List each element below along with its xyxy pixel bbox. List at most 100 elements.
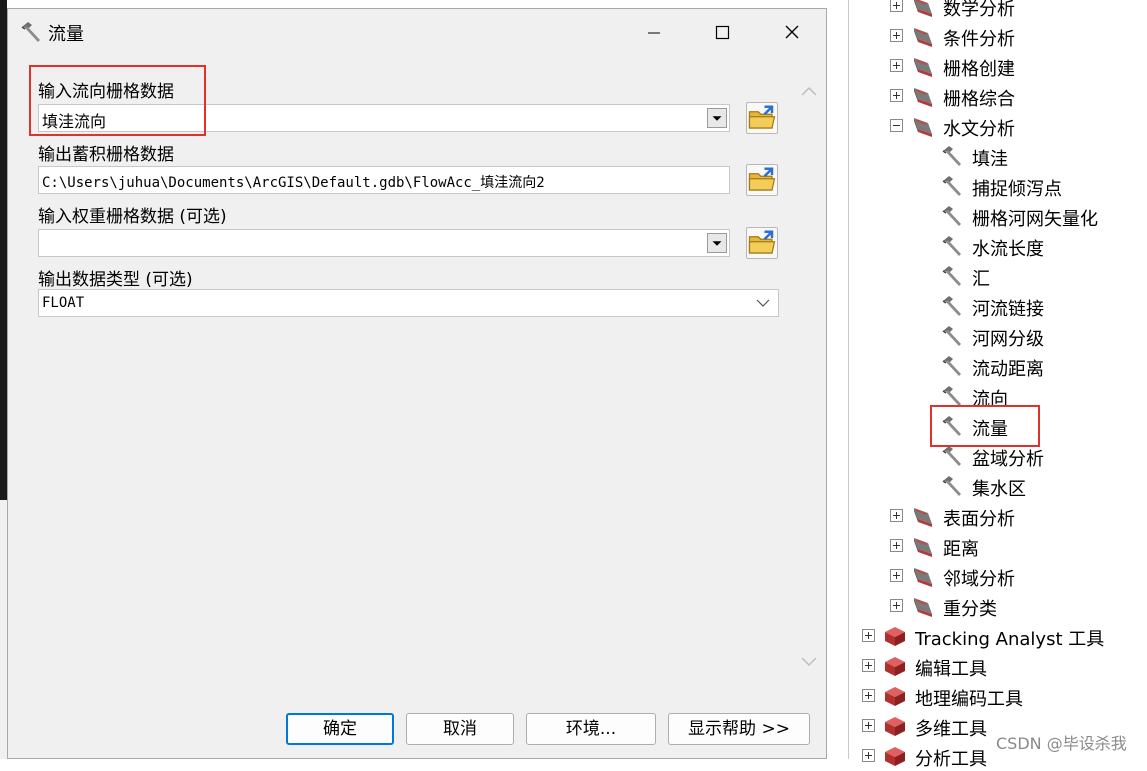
scroll-up-icon[interactable] xyxy=(800,81,818,101)
output-accumulation-label: 输出蓄积栅格数据 xyxy=(38,145,174,165)
tree-item-toolset[interactable]: 邻域分析 xyxy=(888,562,1068,590)
tree-item-toolset[interactable]: 距离 xyxy=(888,532,1068,560)
output-data-type-value: FLOAT xyxy=(42,295,85,311)
tree-item-label: 编辑工具 xyxy=(915,659,987,680)
tree-item-toolbox[interactable]: 地理编码工具 xyxy=(860,682,1140,710)
hammer-icon xyxy=(940,324,964,348)
tree-item-toolset[interactable]: 数学分析 xyxy=(888,0,1068,20)
tree-item-label: 盆域分析 xyxy=(972,449,1044,470)
expand-icon[interactable] xyxy=(862,659,875,672)
tree-item-tool[interactable]: 流动距离 xyxy=(940,352,1140,380)
cancel-button[interactable]: 取消 xyxy=(406,713,514,745)
tree-item-label: 河网分级 xyxy=(972,329,1044,350)
tree-item-label: 栅格综合 xyxy=(943,89,1015,110)
expand-icon[interactable] xyxy=(890,539,903,552)
tree-item-label: 河流链接 xyxy=(972,299,1044,320)
expand-icon[interactable] xyxy=(890,569,903,582)
chevron-down-icon[interactable] xyxy=(707,233,727,253)
tree-item-label: 距离 xyxy=(943,539,979,560)
expand-icon[interactable] xyxy=(890,59,903,72)
tree-item-label: 流动距离 xyxy=(972,359,1044,380)
tree-item-label: 表面分析 xyxy=(943,509,1015,530)
tree-item-toolset[interactable]: 条件分析 xyxy=(888,22,1068,50)
tree-item-toolset[interactable]: 栅格创建 xyxy=(888,52,1068,80)
hammer-icon xyxy=(940,264,964,288)
toolset-icon xyxy=(910,54,936,78)
close-button[interactable] xyxy=(756,9,824,55)
ok-button[interactable]: 确定 xyxy=(286,713,394,745)
tree-item-toolset[interactable]: 栅格综合 xyxy=(888,82,1068,110)
tree-item-toolset[interactable]: 重分类 xyxy=(888,592,1068,620)
tree-item-label: 填洼 xyxy=(972,149,1008,170)
tree-item-tool[interactable]: 栅格河网矢量化 xyxy=(940,202,1140,230)
hammer-icon xyxy=(940,294,964,318)
chevron-down-icon[interactable] xyxy=(707,108,727,128)
toolset-icon xyxy=(910,504,936,528)
toolset-icon xyxy=(910,114,936,138)
scroll-down-icon[interactable] xyxy=(800,651,818,671)
browse-output-accumulation-button[interactable] xyxy=(746,164,778,196)
maximize-button[interactable] xyxy=(688,9,756,55)
tree-item-label: 重分类 xyxy=(943,599,997,620)
expand-icon[interactable] xyxy=(890,29,903,42)
browse-input-flow-direction-button[interactable] xyxy=(746,102,778,134)
dialog-title: 流量 xyxy=(48,24,84,45)
show-help-button[interactable]: 显示帮助 >> xyxy=(668,713,810,745)
highlight-box xyxy=(29,65,206,136)
panel-divider xyxy=(848,0,849,759)
tree-item-label: 捕捉倾泻点 xyxy=(972,179,1062,200)
hammer-icon xyxy=(940,474,964,498)
toolbox-icon xyxy=(882,624,908,648)
output-accumulation-value: C:\Users\juhua\Documents\ArcGIS\Default.… xyxy=(42,175,545,191)
watermark: CSDN @毕设杀我 xyxy=(996,734,1127,753)
expand-icon[interactable] xyxy=(890,0,903,12)
title-bar[interactable]: 流量 xyxy=(8,9,826,55)
minimize-button[interactable] xyxy=(620,9,688,55)
tree-item-hydrology-toolset[interactable]: 水文分析 xyxy=(888,112,1068,140)
tree-item-tool[interactable]: 汇 xyxy=(940,262,1140,290)
input-weight-label: 输入权重栅格数据 (可选) xyxy=(38,207,227,227)
input-weight-select[interactable] xyxy=(38,229,730,257)
toolset-icon xyxy=(910,0,936,18)
browse-input-weight-button[interactable] xyxy=(746,227,778,259)
close-icon xyxy=(785,25,799,39)
tree-item-tool[interactable]: 河流链接 xyxy=(940,292,1140,320)
expand-icon[interactable] xyxy=(862,629,875,642)
expand-icon[interactable] xyxy=(890,509,903,522)
tree-item-tool[interactable]: 水流长度 xyxy=(940,232,1140,260)
minimize-icon xyxy=(648,32,660,34)
toolbox-icon xyxy=(882,714,908,738)
maximize-icon xyxy=(715,25,730,40)
expand-icon[interactable] xyxy=(862,689,875,702)
tree-item-label: Tracking Analyst 工具 xyxy=(915,629,1105,650)
expand-icon[interactable] xyxy=(890,599,903,612)
tree-item-label: 水文分析 xyxy=(943,119,1015,140)
environments-button[interactable]: 环境... xyxy=(526,713,656,745)
toolset-icon xyxy=(910,84,936,108)
highlight-box xyxy=(930,405,1040,447)
tree-item-toolbox[interactable]: 编辑工具 xyxy=(860,652,1140,680)
expand-icon[interactable] xyxy=(890,89,903,102)
toolset-icon xyxy=(910,594,936,618)
tree-item-toolset[interactable]: 表面分析 xyxy=(888,502,1068,530)
tree-item-label: 数学分析 xyxy=(943,0,1015,20)
hammer-icon xyxy=(940,444,964,468)
tree-item-tool[interactable]: 填洼 xyxy=(940,142,1140,170)
toolset-icon xyxy=(910,564,936,588)
output-accumulation-field[interactable]: C:\Users\juhua\Documents\ArcGIS\Default.… xyxy=(38,166,730,194)
tree-item-tool[interactable]: 河网分级 xyxy=(940,322,1140,350)
hammer-icon xyxy=(940,144,964,168)
tree-item-tool[interactable]: 捕捉倾泻点 xyxy=(940,172,1140,200)
expand-icon[interactable] xyxy=(862,749,875,762)
expand-icon[interactable] xyxy=(862,719,875,732)
tree-item-label: 栅格河网矢量化 xyxy=(972,209,1098,230)
output-data-type-select[interactable]: FLOAT xyxy=(38,289,779,317)
tree-item-tool[interactable]: 集水区 xyxy=(940,472,1140,500)
toolbox-icon xyxy=(882,654,908,678)
collapse-icon[interactable] xyxy=(890,119,903,132)
hammer-icon xyxy=(940,204,964,228)
hammer-icon xyxy=(18,20,44,44)
tree-item-toolbox[interactable]: Tracking Analyst 工具 xyxy=(860,622,1140,650)
flow-accumulation-dialog: 流量 输入流向栅格数据 填洼流向 输出蓄积栅格数据 C:\Users\juhua… xyxy=(7,8,827,759)
output-data-type-label: 输出数据类型 (可选) xyxy=(38,270,193,290)
